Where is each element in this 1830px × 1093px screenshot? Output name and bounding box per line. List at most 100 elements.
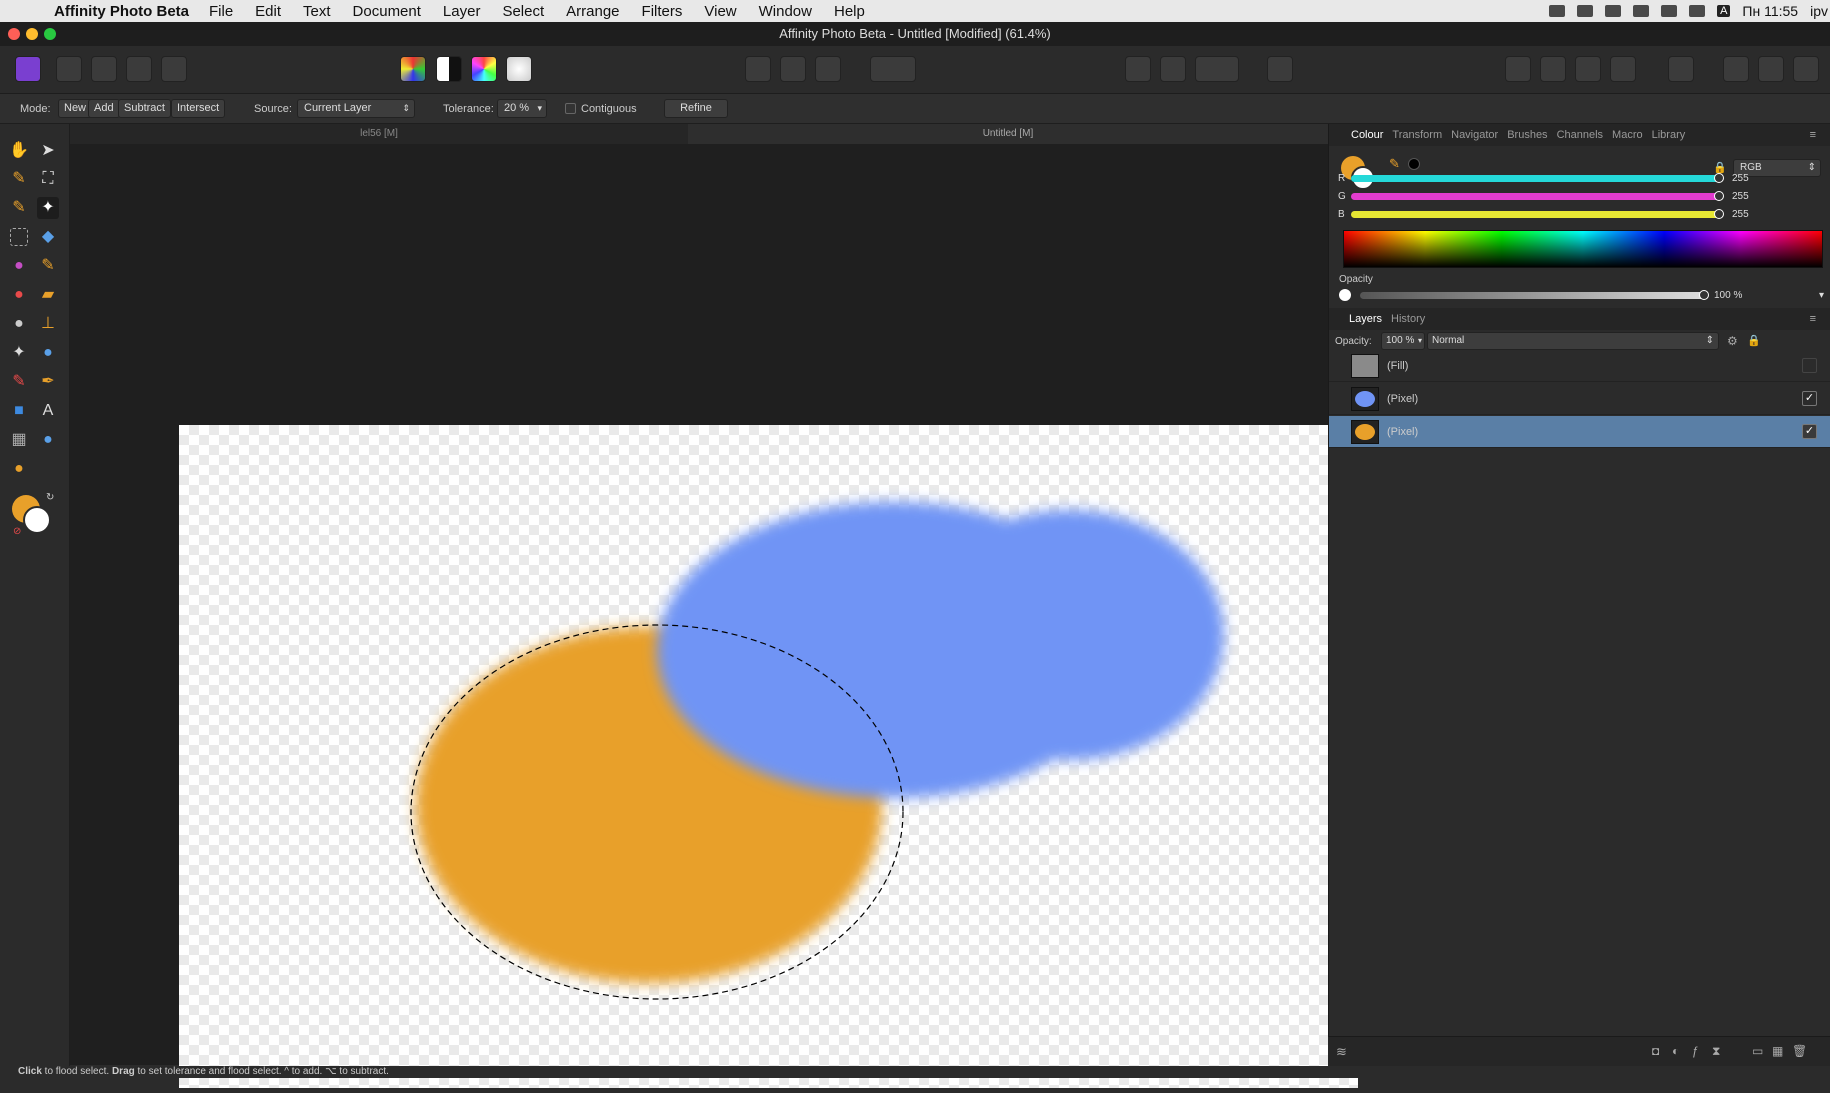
rectangle-tool-icon[interactable]: ■ <box>8 400 30 422</box>
g-slider-handle[interactable] <box>1714 191 1724 201</box>
layers-stack-icon[interactable]: ≋ <box>1336 1044 1347 1060</box>
panel-menu-icon[interactable]: ≡ <box>1810 313 1816 325</box>
pencil-tool-icon[interactable]: ✎ <box>8 371 30 393</box>
dodge-tool-icon[interactable]: ● <box>8 284 30 306</box>
export-persona-icon[interactable] <box>161 56 187 82</box>
add-pixel-layer-icon[interactable]: ▦ <box>1772 1044 1783 1058</box>
pen-tool-icon[interactable]: ✒ <box>37 371 59 393</box>
mode-new-button[interactable]: New <box>58 99 93 118</box>
align-icon[interactable] <box>1668 56 1694 82</box>
input-source-icon[interactable]: A <box>1717 5 1731 17</box>
dropbox-icon[interactable] <box>1549 5 1566 17</box>
picked-color-swatch[interactable] <box>1408 158 1420 170</box>
erase-tool-icon[interactable]: ▰ <box>37 284 59 306</box>
adjustment-layer-icon[interactable]: ◐ <box>1672 1044 1679 1058</box>
menu-window[interactable]: Window <box>759 3 812 20</box>
paint-brush-tool-icon[interactable]: ✎ <box>37 255 59 277</box>
menu-edit[interactable]: Edit <box>255 3 281 20</box>
layer-visibility-checkbox[interactable]: ✓ <box>1802 424 1817 439</box>
colour-opacity-slider[interactable] <box>1360 292 1704 299</box>
white-balance-icon[interactable] <box>506 56 532 82</box>
layer-row-selected[interactable]: (Pixel) ✓ <box>1329 416 1830 448</box>
snapping-ruler-icon[interactable] <box>1160 56 1186 82</box>
arrange-backward-icon[interactable] <box>1540 56 1566 82</box>
b-value[interactable]: 255 <box>1732 209 1749 220</box>
g-slider[interactable] <box>1351 193 1719 200</box>
menu-filters[interactable]: Filters <box>642 3 683 20</box>
color-wheel-icon[interactable] <box>471 56 497 82</box>
snapping-grid-icon[interactable] <box>1125 56 1151 82</box>
tab-history[interactable]: History <box>1391 313 1425 325</box>
layer-row[interactable]: (Pixel) ✓ <box>1329 383 1830 415</box>
document-canvas[interactable] <box>179 425 1358 1088</box>
assistant-icon[interactable] <box>1267 56 1293 82</box>
b-slider-handle[interactable] <box>1714 209 1724 219</box>
trash-icon[interactable]: 🗑 <box>1792 1044 1807 1058</box>
clone-tool-icon[interactable]: ⊥ <box>37 313 59 335</box>
flood-select-tool-icon[interactable]: ✦ <box>37 197 59 219</box>
mode-intersect-button[interactable]: Intersect <box>171 99 226 118</box>
tab-brushes[interactable]: Brushes <box>1507 129 1547 141</box>
menu-file[interactable]: File <box>209 3 233 20</box>
boolean-subtract-icon[interactable] <box>1758 56 1784 82</box>
b-slider[interactable] <box>1351 211 1719 218</box>
arrange-back-icon[interactable] <box>1505 56 1531 82</box>
refine-button[interactable]: Refine <box>664 99 728 118</box>
live-filter-icon[interactable]: ⧗ <box>1712 1044 1720 1059</box>
tab-navigator[interactable]: Navigator <box>1451 129 1498 141</box>
cloud-icon[interactable] <box>1577 5 1594 17</box>
snapping-magnet-icon[interactable] <box>1195 56 1239 82</box>
menu-document[interactable]: Document <box>353 3 421 20</box>
minimize-window-button[interactable] <box>26 28 38 40</box>
chevron-down-icon[interactable]: ▾ <box>1819 290 1824 301</box>
deselect-icon[interactable] <box>780 56 806 82</box>
layer-row[interactable]: (Fill) <box>1329 350 1830 382</box>
mode-add-button[interactable]: Add <box>88 99 120 118</box>
tab-macro[interactable]: Macro <box>1612 129 1643 141</box>
panel-menu-icon[interactable]: ≡ <box>1810 129 1816 141</box>
arrange-front-icon[interactable] <box>1610 56 1636 82</box>
invert-selection-icon[interactable] <box>815 56 841 82</box>
tab-transform[interactable]: Transform <box>1392 129 1442 141</box>
levels-icon[interactable] <box>400 56 426 82</box>
opacity-slider-handle[interactable] <box>1699 290 1709 300</box>
liquify-persona-icon[interactable] <box>56 56 82 82</box>
tab-colour[interactable]: Colour <box>1351 129 1383 141</box>
close-window-button[interactable] <box>8 28 20 40</box>
layer-visibility-checkbox[interactable]: ✓ <box>1802 391 1817 406</box>
develop-persona-icon[interactable] <box>91 56 117 82</box>
tab-channels[interactable]: Channels <box>1557 129 1603 141</box>
selection-brush-tool-icon[interactable]: ✎ <box>8 197 30 219</box>
menu-layer[interactable]: Layer <box>443 3 481 20</box>
boolean-intersect-icon[interactable] <box>1793 56 1819 82</box>
app-menu[interactable]: Affinity Photo Beta <box>54 3 189 20</box>
tone-mapping-persona-icon[interactable] <box>126 56 152 82</box>
tolerance-field[interactable]: 20 % ▾ <box>497 99 547 118</box>
group-folder-icon[interactable]: ▭ <box>1752 1044 1763 1058</box>
volume-icon[interactable] <box>1689 5 1706 17</box>
boolean-add-icon[interactable] <box>1723 56 1749 82</box>
r-slider-handle[interactable] <box>1714 173 1724 183</box>
layer-lock-icon[interactable]: 🔒 <box>1747 334 1761 347</box>
move-tool-icon[interactable]: ➤ <box>37 140 59 162</box>
no-color-icon[interactable]: ⊘ <box>13 526 21 537</box>
blend-mode-select[interactable]: Normal ⇕ <box>1427 332 1719 350</box>
zoom-window-button[interactable] <box>44 28 56 40</box>
eject-icon[interactable] <box>1661 5 1678 17</box>
colour-spectrum[interactable] <box>1343 230 1823 268</box>
swap-colors-icon[interactable]: ↻ <box>46 492 54 503</box>
arrange-forward-icon[interactable] <box>1575 56 1601 82</box>
photo-persona-icon[interactable] <box>15 56 41 82</box>
r-slider[interactable] <box>1351 175 1719 182</box>
color-picker-tool-icon[interactable]: ✎ <box>8 168 30 190</box>
crop-tool-icon[interactable]: ⛶ <box>37 168 59 190</box>
g-value[interactable]: 255 <box>1732 191 1749 202</box>
marquee-icon[interactable] <box>745 56 771 82</box>
doc-tab-untitled[interactable]: Untitled [M] <box>688 124 1328 144</box>
eyedropper-icon[interactable]: ✎ <box>1389 156 1400 172</box>
menu-view[interactable]: View <box>704 3 736 20</box>
fx-icon[interactable]: ƒ <box>1692 1044 1699 1058</box>
mode-subtract-button[interactable]: Subtract <box>118 99 171 118</box>
gradient-tool-icon[interactable]: ● <box>8 255 30 277</box>
tab-library[interactable]: Library <box>1652 129 1686 141</box>
